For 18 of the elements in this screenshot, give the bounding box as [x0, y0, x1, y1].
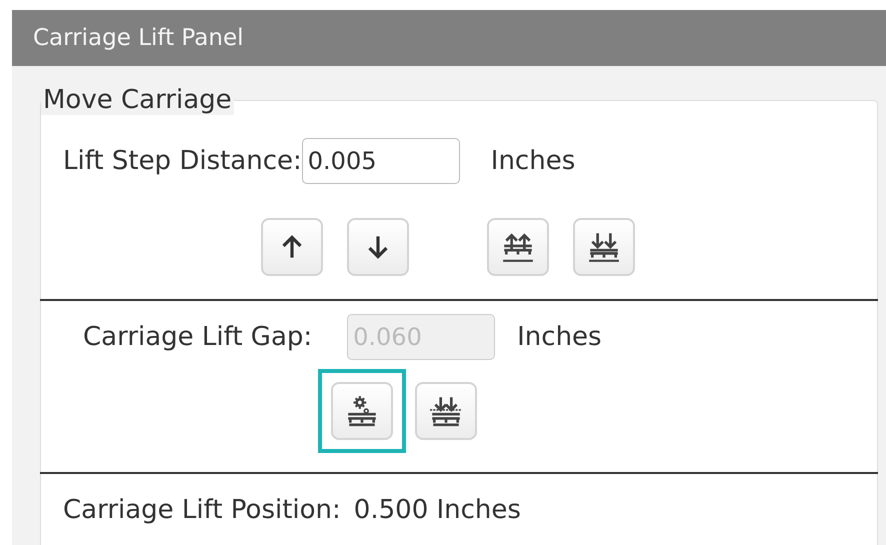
group-title: Move Carriage: [41, 85, 234, 115]
position-label: Carriage Lift Position:: [63, 495, 341, 525]
panel-title: Carriage Lift Panel: [33, 24, 244, 53]
gear-table-icon: [345, 394, 379, 428]
field-label: Lift Step Distance:: [63, 146, 302, 176]
lower-gap-icon: [429, 394, 463, 428]
unit-label: Inches: [517, 322, 602, 352]
lower-table-icon: [587, 230, 621, 264]
position-value: 0.500 Inches: [354, 495, 521, 525]
lower-table-button[interactable]: [573, 218, 635, 276]
arrow-up-button[interactable]: [261, 218, 323, 276]
field-label: Carriage Lift Gap:: [83, 322, 312, 352]
lower-gap-button[interactable]: [415, 382, 477, 440]
unit-label: Inches: [490, 146, 576, 176]
step-distance-field[interactable]: 0.005: [302, 138, 460, 184]
arrow-down-button[interactable]: [347, 218, 409, 276]
gear-table-button[interactable]: [331, 382, 393, 440]
raise-table-button[interactable]: [487, 218, 549, 276]
